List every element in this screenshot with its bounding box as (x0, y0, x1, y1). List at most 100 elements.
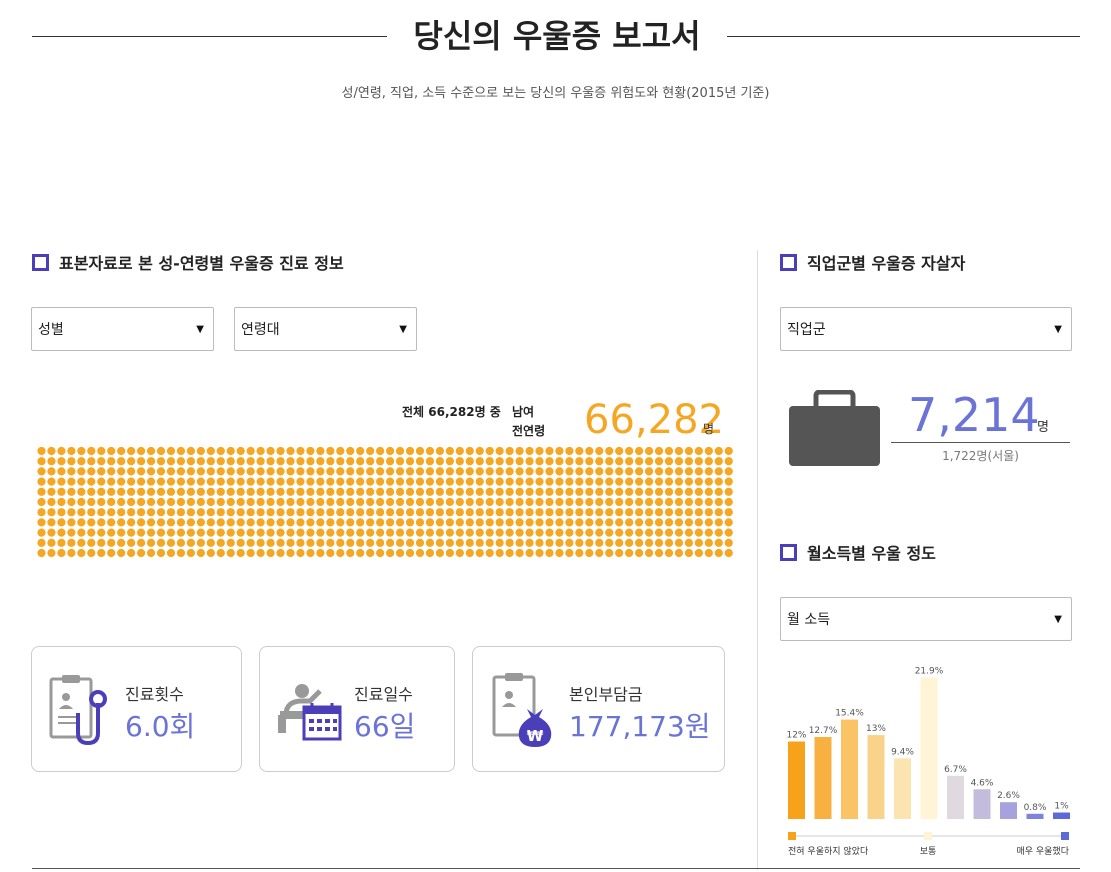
patient-dot (535, 467, 544, 476)
patient-dot (605, 528, 614, 537)
patient-dot (216, 548, 225, 558)
patient-dot (37, 528, 46, 537)
patient-dot (366, 497, 375, 507)
patient-dot (156, 528, 166, 537)
job-select[interactable]: 직업군 ▼ (780, 307, 1072, 351)
patient-dot (605, 518, 614, 527)
job-count-rule (891, 442, 1070, 443)
patient-dot (505, 446, 514, 456)
chart-bar (867, 735, 885, 819)
patient-dot (236, 477, 245, 486)
patient-dot (356, 548, 365, 558)
patient-dot (166, 528, 176, 537)
patient-dot (545, 457, 554, 466)
patient-dot (306, 467, 315, 476)
patient-dot (146, 538, 156, 547)
patient-dot (296, 518, 305, 527)
patient-dot (166, 487, 176, 496)
patient-dot (495, 446, 504, 456)
header: 당신의 우울증 보고서 (32, 14, 1080, 58)
patient-dot (336, 477, 345, 486)
patient-dot (575, 467, 584, 476)
patient-dot (635, 548, 644, 558)
patient-dot (435, 518, 444, 527)
patient-dot (435, 528, 444, 537)
patient-dot (505, 548, 514, 558)
patient-dot (256, 548, 265, 558)
patient-dot (714, 457, 723, 466)
patient-dot (704, 497, 713, 507)
patient-dot (615, 497, 624, 507)
patient-dot (435, 446, 444, 456)
patient-dot (246, 467, 255, 476)
visit-days-label: 진료일수 (354, 685, 413, 704)
patient-dot (67, 497, 76, 507)
patient-dot (395, 497, 405, 507)
income-select[interactable]: 월 소득 ▼ (780, 597, 1072, 641)
patient-dot (605, 548, 614, 558)
patient-dot (286, 457, 295, 466)
patient-dot (425, 446, 435, 456)
patient-dot (585, 477, 594, 486)
patient-dot (654, 497, 664, 507)
patient-dot (57, 457, 66, 466)
patient-dot (445, 467, 454, 476)
patient-dot (684, 477, 694, 486)
patient-dot (376, 508, 385, 517)
patient-dot (465, 446, 474, 456)
patient-dot (47, 497, 56, 507)
patient-dot (87, 538, 96, 547)
patient-dot (366, 508, 375, 517)
page-title: 당신의 우울증 보고서 (413, 17, 701, 55)
patient-dot (236, 508, 245, 517)
patient-dot (625, 446, 634, 456)
patient-dot (186, 538, 195, 547)
visit-count-label: 진료횟수 (125, 685, 184, 704)
patient-dot (47, 538, 56, 547)
patient-dot (97, 538, 106, 547)
patient-dot (306, 548, 315, 558)
patient-dot (196, 518, 205, 527)
patient-dot (435, 538, 444, 547)
age-select[interactable]: 연령대 ▼ (234, 307, 417, 351)
patient-dot (386, 487, 395, 496)
patient-dot (127, 548, 136, 558)
patient-dot (535, 497, 544, 507)
patient-dot (137, 528, 146, 537)
patient-dot (306, 457, 315, 466)
chevron-down-icon: ▼ (1054, 323, 1062, 335)
patient-dot (565, 446, 574, 456)
patient-dot (455, 548, 464, 558)
patient-dot (505, 528, 514, 537)
patient-dot (146, 457, 156, 466)
patient-dot (196, 497, 205, 507)
patient-dot (246, 508, 255, 517)
chart-data-label: 1% (1054, 802, 1069, 812)
patient-dot (455, 477, 464, 486)
patient-dot (724, 497, 733, 507)
patient-dot (176, 528, 186, 537)
patient-dot (326, 477, 335, 486)
patient-dot (724, 518, 733, 527)
patient-dot (595, 457, 604, 466)
patient-dot (405, 457, 415, 466)
patient-dot (485, 518, 494, 527)
patient-dot (256, 538, 265, 547)
patient-dot (186, 548, 195, 558)
patient-dot (644, 528, 654, 537)
patient-dot (635, 497, 644, 507)
patient-dot (674, 446, 684, 456)
money-bag-won-icon: ₩ (492, 673, 552, 747)
patient-dot (674, 518, 684, 527)
patient-dot (266, 508, 275, 517)
patient-dot (37, 446, 46, 456)
patient-dot (326, 457, 335, 466)
patient-dot (276, 457, 285, 466)
patient-dot (127, 518, 136, 527)
patient-dot (156, 457, 166, 466)
patient-dot (724, 477, 733, 486)
patient-dot-grid (37, 446, 733, 558)
patient-dot (77, 508, 86, 517)
gender-select[interactable]: 성별 ▼ (31, 307, 214, 351)
patient-dot (316, 477, 325, 486)
